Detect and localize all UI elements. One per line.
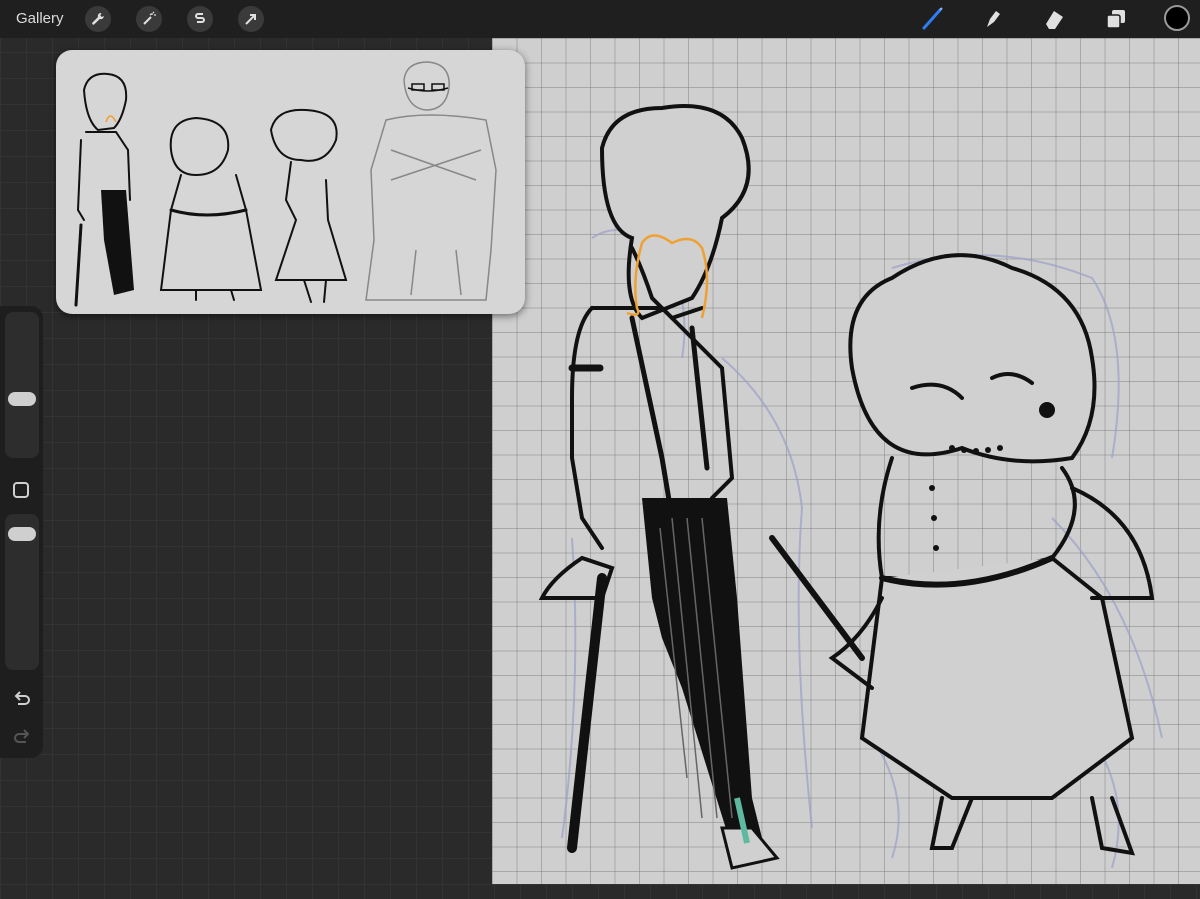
top-toolbar: Gallery (0, 0, 1200, 38)
drawing-canvas[interactable] (492, 38, 1200, 884)
magic-wand-icon[interactable] (136, 6, 162, 32)
transform-arrow-icon[interactable] (238, 6, 264, 32)
wrench-icon[interactable] (85, 6, 111, 32)
selection-icon[interactable] (187, 6, 213, 32)
brush-sidebar (0, 306, 43, 758)
redo-icon[interactable] (11, 726, 33, 748)
reference-window[interactable] (56, 50, 525, 314)
reference-thumbnail-artwork (74, 61, 497, 307)
opacity-handle[interactable] (8, 527, 36, 541)
layers-icon[interactable] (1101, 4, 1131, 34)
brush-size-slider[interactable] (5, 312, 39, 458)
undo-icon[interactable] (11, 688, 33, 710)
gallery-button[interactable]: Gallery (16, 10, 64, 27)
brush-size-handle[interactable] (8, 392, 36, 406)
eraser-icon[interactable] (1040, 4, 1070, 34)
modify-button[interactable] (13, 482, 29, 498)
color-picker-swatch[interactable] (1164, 5, 1190, 31)
canvas-artwork (538, 104, 1163, 870)
brush-icon[interactable] (918, 4, 948, 34)
smudge-icon[interactable] (978, 4, 1008, 34)
